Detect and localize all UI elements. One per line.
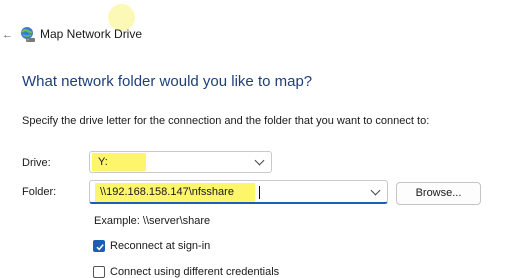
- network-drive-icon: [19, 26, 36, 43]
- browse-button[interactable]: Browse...: [396, 182, 481, 205]
- chevron-down-icon: [254, 155, 265, 166]
- text-caret: [259, 186, 260, 199]
- different-credentials-checkbox[interactable]: [93, 266, 105, 278]
- checkmark-icon: [96, 244, 104, 251]
- reconnect-checkbox[interactable]: [93, 240, 105, 252]
- folder-label: Folder:: [22, 186, 57, 198]
- folder-value: \\192.168.158.147\nfsshare: [100, 186, 234, 198]
- page-heading: What network folder would you like to ma…: [22, 73, 313, 90]
- drive-label: Drive:: [22, 157, 51, 169]
- different-credentials-label[interactable]: Connect using different credentials: [110, 266, 279, 278]
- drive-value: Y:: [98, 156, 108, 168]
- window-title: Map Network Drive: [40, 27, 143, 41]
- folder-combobox[interactable]: \\192.168.158.147\nfsshare: [89, 180, 388, 204]
- instruction-text: Specify the drive letter for the connect…: [22, 115, 430, 127]
- drive-select[interactable]: Y:: [89, 151, 272, 173]
- reconnect-label[interactable]: Reconnect at sign-in: [110, 240, 210, 252]
- chevron-down-icon[interactable]: [370, 185, 381, 196]
- example-text: Example: \\server\share: [94, 215, 211, 227]
- back-arrow-icon[interactable]: ←: [2, 30, 13, 41]
